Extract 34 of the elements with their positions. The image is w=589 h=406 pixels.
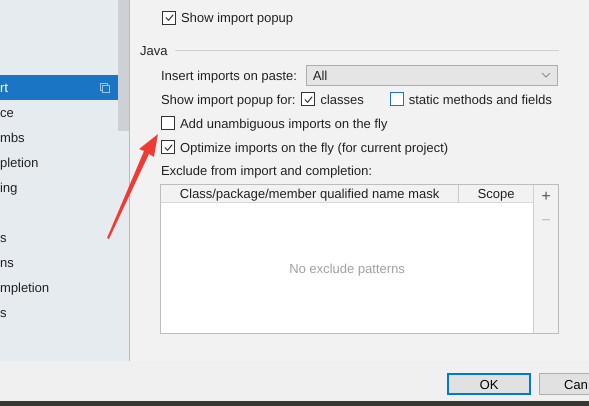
dialog-button[interactable]: OK (447, 373, 531, 395)
sidebar-item[interactable]: pletion (0, 150, 118, 175)
show-import-popup-checkbox[interactable]: Show import popup (162, 10, 559, 25)
sidebar-item[interactable]: s (0, 225, 118, 250)
sidebar-item[interactable]: mpletion (0, 275, 118, 300)
dialog-button[interactable]: Can (539, 373, 589, 395)
sidebar-item[interactable]: ce (0, 100, 118, 125)
checkbox-label: Add unambiguous imports on the fly (180, 116, 388, 130)
checkbox[interactable] (161, 116, 175, 130)
empty-table-text: No exclude patterns (289, 260, 405, 276)
column-header[interactable]: Scope (459, 185, 533, 202)
checkbox-label: static methods and fields (408, 92, 552, 106)
checkbox[interactable] (301, 92, 316, 106)
sidebar-item[interactable]: mbs (0, 125, 118, 150)
checkbox[interactable] (162, 10, 176, 24)
insert-imports-dropdown[interactable]: All (306, 64, 558, 86)
sidebar-item[interactable]: ns (0, 250, 118, 275)
sidebar-item[interactable]: s (0, 300, 118, 325)
sidebar-item[interactable]: ing (0, 175, 118, 200)
field-label: Insert imports on paste: (161, 68, 297, 82)
add-button[interactable]: + (541, 185, 551, 209)
checkbox[interactable] (390, 92, 404, 106)
checkbox-label: Optimize imports on the fly (for current project) (180, 140, 448, 154)
field-label: Show import popup for: (161, 92, 296, 106)
field-label: Exclude from import and completion: (161, 163, 373, 178)
sidebar-item[interactable]: rt (0, 75, 118, 100)
scrollbar-thumb[interactable] (118, 0, 129, 131)
checkbox-label: classes (320, 92, 364, 106)
chevron-down-icon (540, 72, 551, 78)
copy-icon (100, 82, 110, 92)
checkbox-label: Show import popup (181, 10, 294, 25)
column-header[interactable]: Class/package/member qualified name mask (161, 185, 459, 202)
section-title: Java (140, 43, 168, 58)
checkbox[interactable] (161, 140, 175, 154)
